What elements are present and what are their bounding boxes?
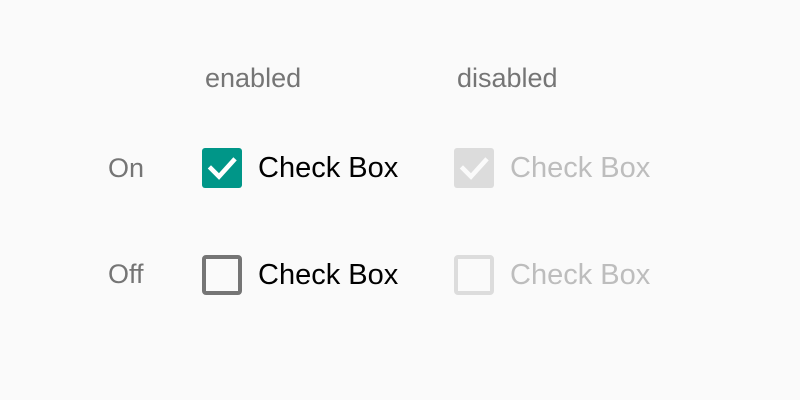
row-label-off: Off — [108, 259, 144, 289]
checkbox-on-enabled[interactable]: Check Box — [202, 148, 398, 188]
checkbox-checked-box[interactable] — [202, 148, 242, 188]
checkbox-unchecked-box-disabled — [454, 255, 494, 295]
row-label-on: On — [108, 153, 145, 183]
checkbox-unchecked-box[interactable] — [202, 255, 242, 295]
checkbox-label: Check Box — [510, 259, 651, 291]
checkbox-label: Check Box — [510, 152, 651, 184]
checkbox-off-disabled: Check Box — [454, 255, 650, 295]
checkbox-label: Check Box — [258, 152, 399, 184]
checkbox-off-enabled[interactable]: Check Box — [202, 255, 398, 295]
check-icon — [454, 148, 494, 188]
checkbox-checked-box-disabled — [454, 148, 494, 188]
checkbox-on-disabled: Check Box — [454, 148, 650, 188]
checkbox-outline-icon — [454, 255, 494, 295]
checkbox-states-demo: enabled disabled On Off Check Box Check … — [0, 0, 800, 400]
column-header-disabled: disabled — [457, 63, 558, 93]
checkbox-label: Check Box — [258, 259, 399, 291]
checkbox-outline-icon — [202, 255, 242, 295]
check-icon — [202, 148, 242, 188]
column-header-enabled: enabled — [205, 63, 302, 93]
